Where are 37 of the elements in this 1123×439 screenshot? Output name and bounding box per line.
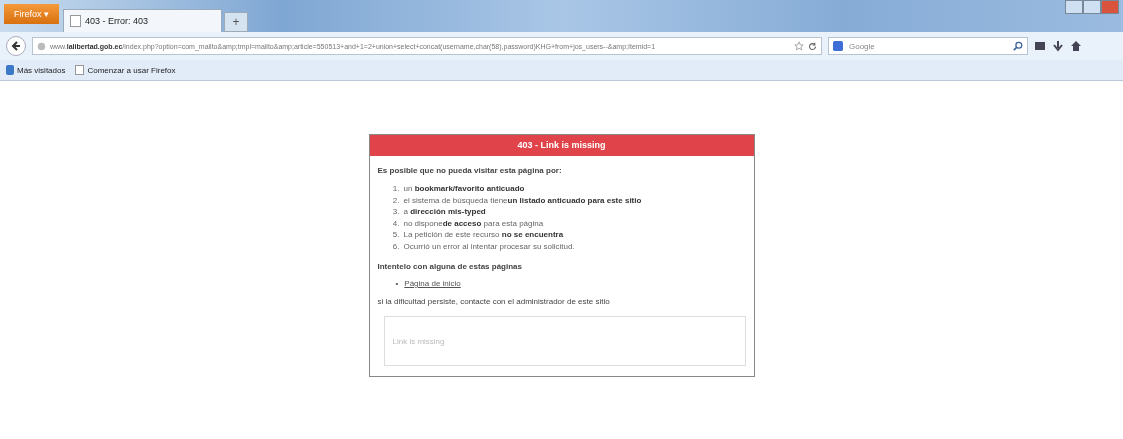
list-number: 3. [391,206,400,218]
page-icon [70,15,82,27]
browser-tab[interactable]: 403 - Error: 403 [63,9,223,32]
google-icon[interactable] [833,40,843,52]
list-number: 5. [391,229,400,241]
reload-icon[interactable] [808,41,817,51]
star-icon[interactable] [794,41,804,51]
back-button[interactable] [6,36,26,56]
list-number: 6. [391,240,400,252]
maximize-button[interactable] [1083,0,1101,14]
page-icon [75,65,85,75]
list-number: 2. [391,194,400,206]
reason-text: Ocurrió un error al intentar procesar su solicitud. [403,240,575,252]
intro-text: Es posible que no pueda visitar esta página por: [376,166,563,175]
footer-text: si la dificultad persiste, contacte con el administrador de este sitio [376,297,611,306]
back-arrow-icon[interactable] [11,41,21,51]
search-icon[interactable] [1013,41,1023,51]
error-title: 403 - Link is missing [369,135,754,156]
reason-text: no disponede acceso para esta página [403,217,544,229]
search-bar[interactable]: Google [828,37,1028,55]
bookmark-link[interactable]: Más visitados [6,65,66,75]
bookmark-link[interactable]: Comenzar a usar Firefox [75,65,176,75]
reason-text: un bookmark/favorito anticuado [403,183,525,195]
reason-text: a dirección mis-typed [403,206,486,218]
new-tab-button[interactable]: + [224,12,249,32]
bookmark-folder-icon [6,65,14,75]
reason-text: La petición de este recurso no se encuentra [403,229,564,241]
home-page-link[interactable]: Página de inicio [404,279,461,288]
pages-heading: Intentelo con alguna de estas páginas [376,262,523,271]
reason-text: el sistema de búsqueda tieneun listado anticuado para este sitio [403,194,642,206]
bullet: • [395,279,399,288]
list-number: 4. [391,217,400,229]
list-number: 1. [391,183,400,195]
home-icon[interactable] [1070,40,1082,52]
download-icon[interactable] [1052,40,1064,52]
bookmarks-icon[interactable] [1034,40,1046,52]
minimize-button[interactable] [1065,0,1083,14]
